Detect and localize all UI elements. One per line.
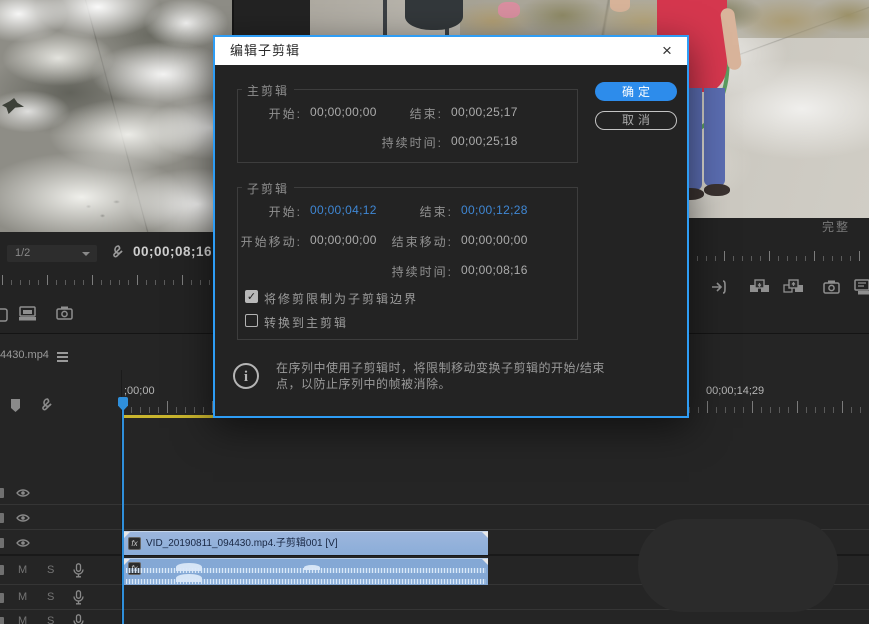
playhead-line[interactable]: [122, 398, 124, 624]
source-video-preview: [0, 0, 233, 232]
ruler-timecode-label: 00;00;14;29: [706, 385, 765, 397]
solo-button[interactable]: S: [47, 564, 54, 576]
info-text: 在序列中使用子剪辑时，将限制移动变换子剪辑的开始/结束点，以防止序列中的帧被消除…: [276, 361, 605, 391]
solo-button[interactable]: S: [47, 615, 54, 624]
clip-in-notch: [124, 532, 130, 538]
camera-icon[interactable]: [56, 306, 73, 320]
mute-button[interactable]: M: [18, 615, 27, 624]
subclip-start-label: 开始:: [268, 205, 302, 219]
track-lock-icon[interactable]: [0, 538, 4, 548]
solo-button[interactable]: S: [47, 591, 54, 603]
ok-button[interactable]: 确定: [595, 82, 677, 101]
export-frame-printer-icon[interactable]: [18, 306, 37, 322]
subclip-end-shift-label: 结束移动:: [391, 235, 453, 249]
clip-out-notch: [482, 559, 488, 565]
extract-icon[interactable]: [783, 279, 804, 296]
mic-icon[interactable]: [73, 590, 84, 605]
video-clip-label: VID_20190811_094430.mp4.子剪辑001 [V]: [146, 538, 338, 549]
waveform-peak: [176, 563, 202, 571]
convert-to-master-label: 转换到主剪辑: [264, 316, 349, 330]
watermark-overlay: [638, 519, 838, 612]
track-v2-eye-icon[interactable]: [16, 513, 30, 523]
track-lock-icon[interactable]: [0, 593, 4, 603]
clip-in-notch: [124, 559, 130, 565]
master-end-value: 00;00;25;17: [451, 105, 518, 119]
playback-resolution-value: 1/2: [15, 247, 31, 259]
fx-badge: fx: [128, 537, 141, 550]
master-start-label: 开始:: [268, 107, 302, 121]
button-editor-icon[interactable]: [854, 279, 869, 295]
track-v3-eye-icon[interactable]: [16, 488, 30, 498]
timeline-settings-wrench-icon[interactable]: [36, 397, 53, 414]
track-v1-eye-icon[interactable]: [16, 538, 30, 548]
source-monitor-panel: 1/2 00;00;08;16: [0, 0, 233, 333]
mute-button[interactable]: M: [18, 564, 27, 576]
master-clip-group: 主剪辑: [237, 82, 578, 163]
insert-icon[interactable]: [711, 280, 727, 294]
child-figure: [405, 0, 463, 30]
mic-icon[interactable]: [73, 563, 84, 578]
track-lock-icon[interactable]: [0, 513, 4, 523]
source-monitor-toolbar: 1/2 00;00;08;16: [0, 232, 233, 333]
master-clip-legend: 主剪辑: [242, 82, 295, 99]
mic-icon[interactable]: [73, 614, 84, 624]
sequence-tab[interactable]: 4430.mp4: [0, 349, 49, 361]
chevron-down-icon: [82, 252, 90, 256]
subclip-duration-value: 00;00;08;16: [461, 263, 528, 277]
cancel-button[interactable]: 取消: [595, 111, 677, 130]
mute-button[interactable]: M: [18, 591, 27, 603]
subclip-end-shift-value: 00;00;00;00: [461, 233, 528, 247]
dialog-title: 编辑子剪辑: [215, 37, 687, 65]
person-hand: [610, 0, 630, 12]
track-lock-icon[interactable]: [0, 488, 4, 498]
track-lock-icon[interactable]: [0, 617, 4, 624]
track-row-a3: M S: [0, 611, 869, 624]
track-lock-icon[interactable]: [0, 565, 4, 575]
close-icon[interactable]: ×: [655, 37, 679, 65]
edit-subclip-dialog: 编辑子剪辑 × 确定 取消 主剪辑 开始: 00;00;00;00 结束: 00…: [213, 35, 689, 418]
master-duration-value: 00;00;25;18: [451, 134, 518, 148]
person-shoe: [704, 184, 730, 196]
waveform-peak: [176, 574, 202, 582]
master-end-label: 结束:: [409, 107, 443, 121]
source-mini-timeline[interactable]: [2, 275, 231, 285]
waveform-peak: [304, 565, 320, 570]
video-clip[interactable]: fx VID_20190811_094430.mp4.子剪辑001 [V]: [124, 531, 488, 555]
convert-to-master-checkbox[interactable]: [245, 314, 258, 327]
restrict-trims-label: 将修剪限制为子剪辑边界: [264, 292, 419, 306]
add-marker-icon[interactable]: [9, 398, 22, 413]
track-row-v3: [0, 481, 869, 505]
zoom-fit-label[interactable]: 完整: [822, 218, 850, 235]
restrict-trims-checkbox[interactable]: ✓: [245, 290, 258, 303]
playback-resolution-dropdown[interactable]: 1/2: [7, 245, 97, 262]
master-start-value: 00;00;00;00: [310, 105, 377, 119]
panel-menu-icon[interactable]: [57, 352, 68, 354]
overwrite-icon[interactable]: [749, 279, 770, 296]
audio-clip[interactable]: fx: [124, 558, 488, 585]
child-figure-2: [498, 2, 520, 18]
subclip-end-input[interactable]: 00;00;12;28: [461, 203, 528, 217]
ruler-in-point-label: ;00;00: [124, 385, 155, 397]
bird-silhouette: [2, 98, 24, 114]
premiere-app: 1/2 00;00;08;16 完整 4430.mp4 ;00;00 00;00…: [0, 0, 869, 624]
export-frame-camera-icon[interactable]: [823, 280, 840, 294]
subclip-end-label: 结束:: [419, 205, 453, 219]
settings-wrench-icon[interactable]: [107, 244, 124, 261]
info-icon: i: [233, 363, 259, 389]
subclip-start-input[interactable]: 00;00;04;12: [310, 203, 377, 217]
subclip-duration-label: 持续时间:: [391, 265, 453, 279]
master-duration-label: 持续时间:: [381, 136, 443, 150]
clip-out-notch: [482, 532, 488, 538]
marker-icon[interactable]: [0, 308, 8, 322]
person-leg: [704, 88, 725, 186]
subclip-legend: 子剪辑: [242, 180, 295, 197]
source-timecode[interactable]: 00;00;08;16: [133, 244, 212, 259]
subclip-start-shift-label: 开始移动:: [240, 235, 302, 249]
